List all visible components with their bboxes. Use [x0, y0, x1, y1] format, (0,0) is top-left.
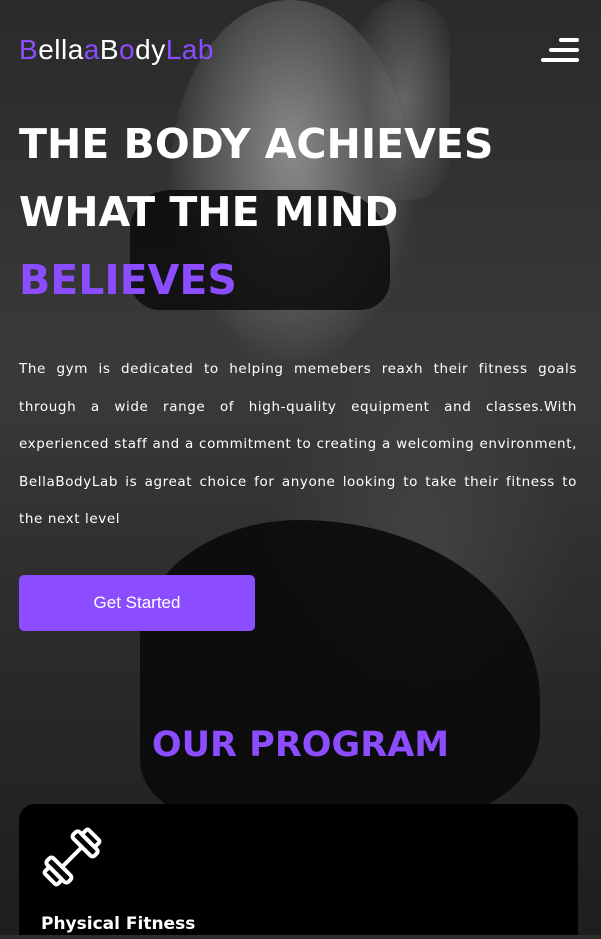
- brand-logo-part: B: [99, 34, 120, 65]
- get-started-button[interactable]: Get Started: [19, 575, 255, 631]
- hero-title: THE BODY ACHIEVES WHAT THE MIND BELIEVES: [19, 110, 579, 314]
- hero-title-line-1: THE BODY ACHIEVES: [19, 120, 494, 168]
- brand-logo-part: ella: [38, 34, 84, 65]
- program-card[interactable]: Physical Fitness: [19, 804, 578, 939]
- hamburger-menu-icon[interactable]: [541, 38, 579, 62]
- program-card-title: Physical Fitness: [41, 914, 196, 934]
- dumbbell-icon: [39, 824, 105, 890]
- page: BellaaBodyLab THE BODY ACHIEVES WHAT THE…: [0, 0, 601, 939]
- hero-title-line-2: WHAT THE MIND: [19, 188, 399, 236]
- brand-logo[interactable]: BellaaBodyLab: [19, 34, 214, 66]
- section-title: OUR PROGRAM: [151, 725, 450, 765]
- brand-logo-part: dy: [135, 34, 166, 65]
- hero-photo-legs: [140, 520, 540, 820]
- menu-line: [549, 48, 579, 52]
- navbar: BellaaBodyLab: [0, 0, 601, 100]
- brand-logo-part: a: [83, 34, 100, 65]
- hero-title-line-3: BELIEVES: [19, 256, 237, 304]
- menu-line: [559, 38, 579, 42]
- hero-description: The gym is dedicated to helping memebers…: [19, 361, 577, 527]
- brand-logo-part: Lab: [165, 34, 214, 65]
- brand-logo-part: B: [19, 34, 39, 65]
- brand-logo-part: o: [119, 34, 136, 65]
- bottom-divider: [0, 935, 601, 939]
- menu-line: [541, 58, 579, 62]
